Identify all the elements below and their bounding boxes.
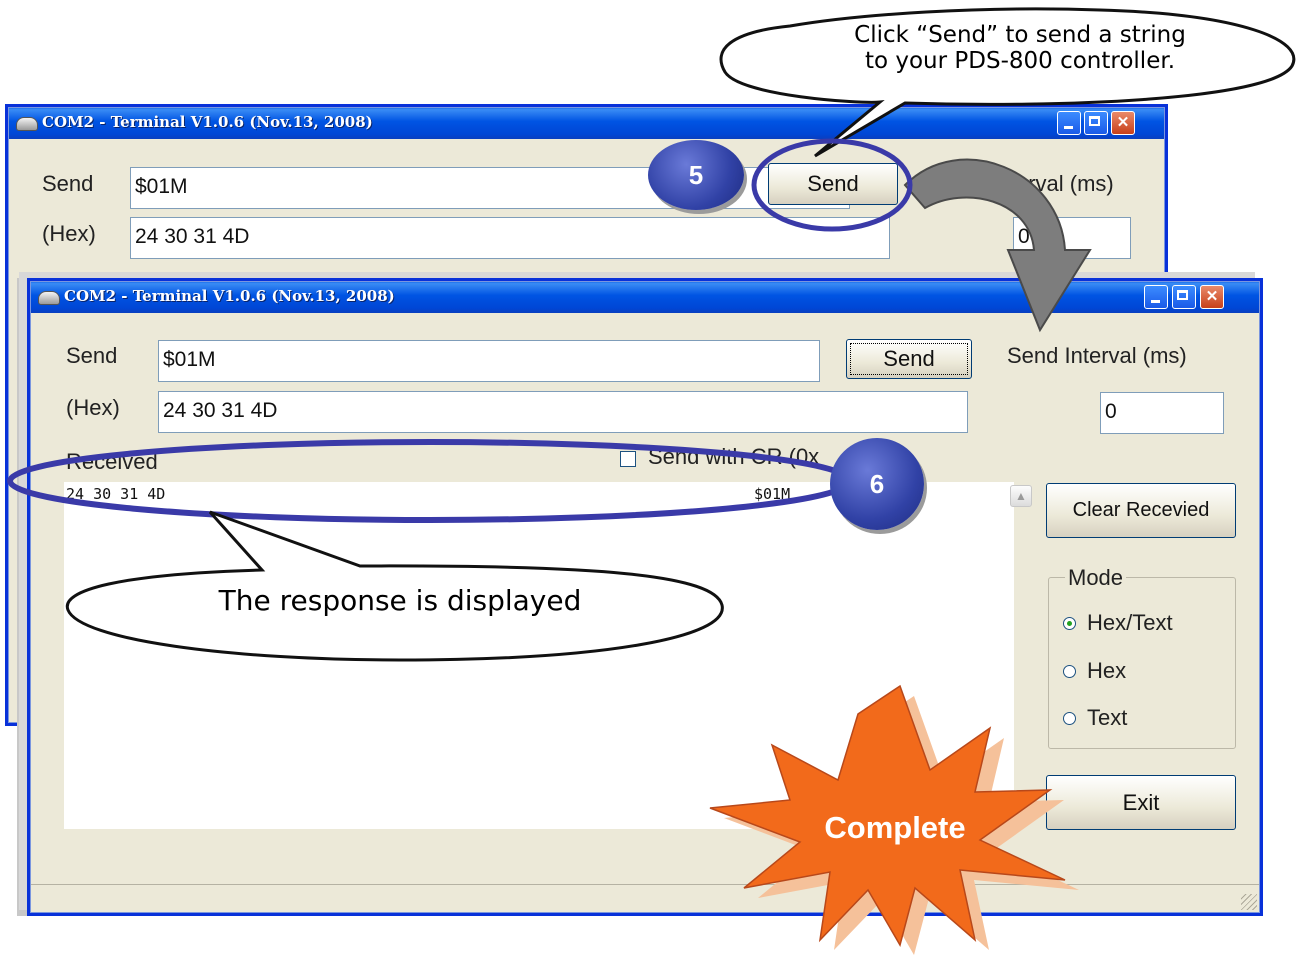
radio-selected-icon <box>1063 616 1076 630</box>
send-with-cr-label: Send with CR (0x <box>648 444 820 469</box>
radio-icon <box>1063 711 1076 725</box>
radio-hex-text[interactable]: Hex/Text <box>1063 610 1173 636</box>
mode-title: Mode <box>1065 565 1127 591</box>
minimize-icon <box>1064 126 1073 129</box>
scroll-up-button[interactable]: ▲ <box>1010 485 1032 507</box>
radio-text[interactable]: Text <box>1063 705 1127 731</box>
hex-label: (Hex) <box>66 395 120 420</box>
send-interval-input[interactable]: 0 <box>1100 392 1224 434</box>
exit-label: Exit <box>1122 790 1160 815</box>
title-bar[interactable]: COM2 - Terminal V1.0.6 (Nov.13, 2008) ✕ <box>30 281 1260 313</box>
maximize-button[interactable] <box>1084 111 1108 135</box>
minimize-button[interactable] <box>1057 111 1081 135</box>
minimize-icon <box>1151 300 1160 303</box>
send-label: Send <box>42 171 94 196</box>
received-label: Received <box>66 449 158 474</box>
step-5-badge: 5 <box>648 140 744 210</box>
close-button[interactable]: ✕ <box>1111 111 1135 135</box>
clear-received-label: Clear Recevied <box>1072 499 1210 521</box>
send-with-cr-checkbox[interactable] <box>620 451 636 467</box>
app-icon <box>38 291 60 305</box>
window-title: COM2 - Terminal V1.0.6 (Nov.13, 2008) <box>42 113 373 131</box>
send-button[interactable]: Send <box>846 339 972 379</box>
callout-send-line1: Click “Send” to send a string <box>854 22 1186 48</box>
send-label: Send <box>66 343 118 368</box>
radio-label: Text <box>1087 705 1128 730</box>
hex-label: (Hex) <box>42 221 96 246</box>
hex-input[interactable]: 24 30 31 4D <box>158 391 968 433</box>
radio-label: Hex/Text <box>1087 610 1173 635</box>
send-interval-label: Send Interval (ms) <box>1007 343 1187 368</box>
send-interval-label: Send Interval (ms) <box>934 171 1114 196</box>
clear-received-button[interactable]: Clear Recevied <box>1046 483 1236 538</box>
maximize-icon <box>1177 290 1188 300</box>
send-button[interactable]: Send <box>768 163 898 205</box>
radio-hex[interactable]: Hex <box>1063 658 1126 684</box>
send-button-label: Send <box>807 171 859 196</box>
close-icon: ✕ <box>1205 288 1219 305</box>
callout-response-text: The response is displayed <box>218 584 582 617</box>
exit-button[interactable]: Exit <box>1046 775 1236 830</box>
resize-grip-icon[interactable] <box>1241 894 1257 910</box>
maximize-icon <box>1089 116 1100 126</box>
minimize-button[interactable] <box>1144 285 1168 309</box>
send-button-label: Send <box>883 346 935 371</box>
complete-label: Complete <box>824 810 966 845</box>
received-text: $01M <box>754 485 791 503</box>
send-interval-input[interactable]: 0 <box>1013 217 1131 259</box>
radio-icon <box>1063 664 1076 678</box>
close-button[interactable]: ✕ <box>1200 285 1224 309</box>
send-input[interactable]: $01M <box>158 340 820 382</box>
radio-label: Hex <box>1087 658 1127 683</box>
status-bar <box>30 884 1260 913</box>
window-title: COM2 - Terminal V1.0.6 (Nov.13, 2008) <box>64 287 395 305</box>
callout-send-text: Click “Send” to send a string to your PD… <box>760 22 1280 74</box>
received-textarea[interactable]: 24 30 31 4D $01M <box>64 482 1014 829</box>
app-icon <box>16 117 38 131</box>
hex-input[interactable]: 24 30 31 4D <box>130 217 890 259</box>
callout-send-line2: to your PDS-800 controller. <box>864 48 1176 74</box>
mode-groupbox: Mode Hex/Text Hex Text <box>1048 565 1236 749</box>
close-icon: ✕ <box>1116 114 1130 131</box>
step-6-badge: 6 <box>830 438 924 530</box>
title-bar[interactable]: COM2 - Terminal V1.0.6 (Nov.13, 2008) ✕ <box>8 107 1165 139</box>
received-hex: 24 30 31 4D <box>66 485 166 503</box>
maximize-button[interactable] <box>1172 285 1196 309</box>
